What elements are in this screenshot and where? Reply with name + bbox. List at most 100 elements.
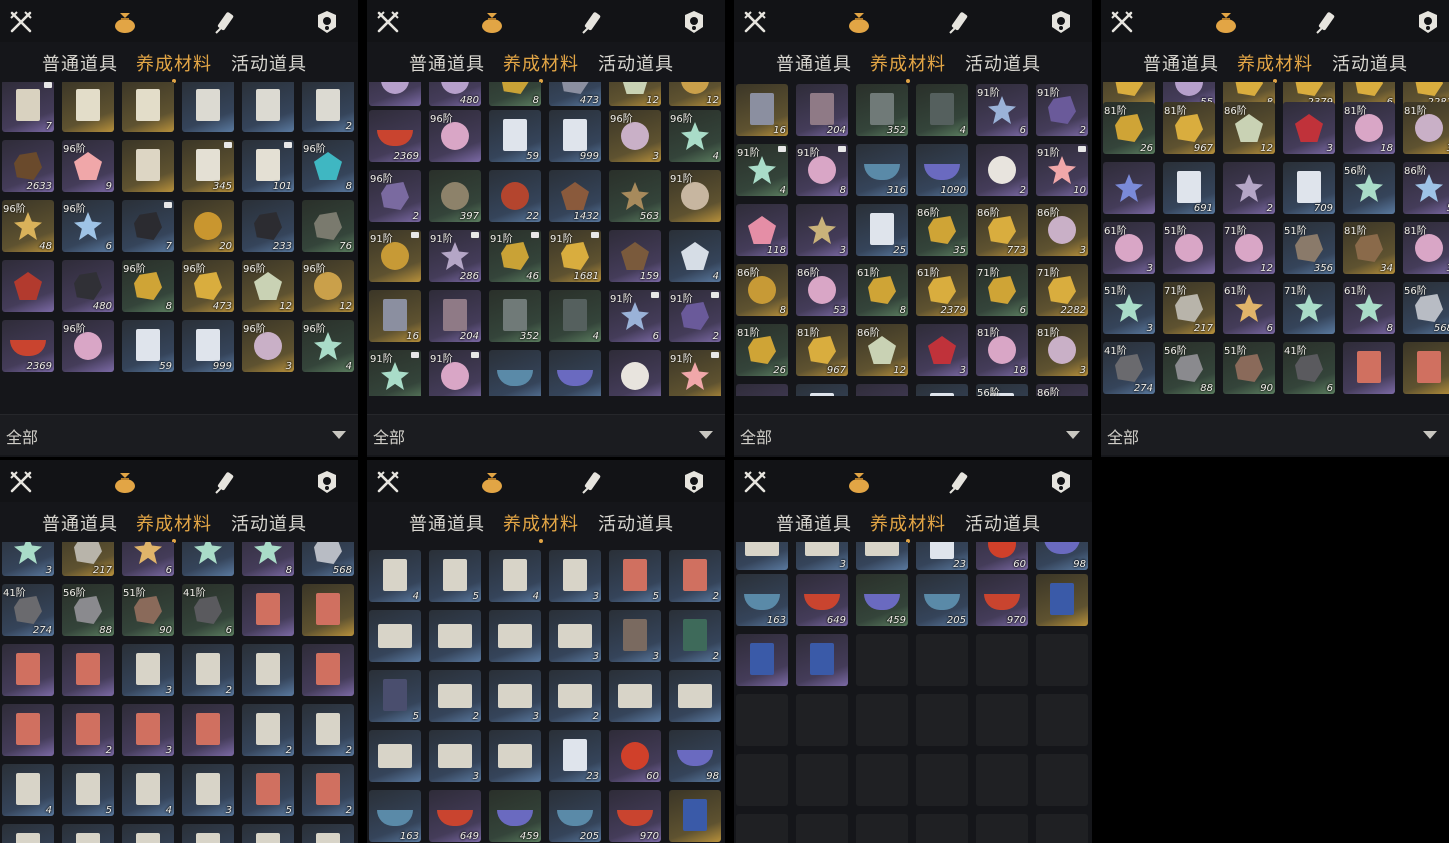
item-slot[interactable]: 999 [182, 320, 234, 372]
item-slot[interactable]: 81阶 967 [1163, 102, 1215, 154]
filter-dropdown[interactable]: 全部 [367, 414, 725, 455]
item-slot[interactable]: 96阶 12 [302, 260, 354, 312]
item-slot[interactable]: 2 [669, 610, 721, 662]
item-slot[interactable]: 59 [489, 110, 541, 162]
item-slot[interactable] [182, 824, 234, 843]
item-slot[interactable]: 96阶 3 [609, 110, 661, 162]
item-slot[interactable]: 81阶3 [1403, 102, 1449, 154]
item-slot[interactable] [2, 260, 54, 312]
tab-2[interactable]: 养成材料 [503, 510, 579, 543]
item-slot[interactable]: 217 [62, 542, 114, 576]
item-slot[interactable]: 56阶 88 [1163, 342, 1215, 394]
item-slot[interactable]: 71阶 217 [1163, 282, 1215, 334]
item-slot[interactable]: 71阶 [1283, 282, 1335, 334]
item-slot[interactable]: 163 [736, 574, 788, 626]
scroll-brush-icon[interactable] [946, 9, 972, 35]
tab-1[interactable]: 普通道具 [776, 510, 852, 536]
item-slot[interactable]: 473 [549, 82, 601, 106]
tab-3[interactable]: 活动道具 [965, 510, 1041, 536]
item-slot[interactable]: 316 [856, 144, 908, 196]
item-slot[interactable] [549, 350, 601, 396]
item-slot[interactable] [242, 82, 294, 132]
item-slot[interactable]: 61阶 8 [856, 264, 908, 316]
item-slot[interactable] [62, 82, 114, 132]
item-slot[interactable] [1036, 574, 1088, 626]
item-slot[interactable]: 91阶 [669, 170, 721, 222]
item-slot[interactable]: 96阶 8 [302, 140, 354, 192]
crossed-swords-icon[interactable] [742, 9, 768, 35]
item-slot[interactable] [916, 384, 968, 396]
item-slot[interactable]: 91阶 46 [489, 230, 541, 282]
item-slot[interactable]: 91阶 2 [669, 290, 721, 342]
item-slot[interactable]: 3 [1283, 102, 1335, 154]
money-pouch-icon[interactable] [112, 469, 138, 495]
item-slot[interactable]: 999 [549, 110, 601, 162]
crossed-swords-icon[interactable] [375, 469, 401, 495]
item-slot[interactable] [182, 82, 234, 132]
item-slot[interactable]: 3 [916, 324, 968, 376]
item-slot[interactable]: 96阶 8 [122, 260, 174, 312]
item-slot[interactable]: 3 [796, 542, 848, 570]
item-slot[interactable]: 1090 [916, 144, 968, 196]
item-slot[interactable] [122, 140, 174, 192]
item-slot[interactable]: 91阶 6 [976, 84, 1028, 136]
item-slot[interactable]: 8 [242, 542, 294, 576]
crossed-swords-icon[interactable] [742, 469, 768, 495]
item-slot[interactable]: 3 [2, 542, 54, 576]
scroll-brush-icon[interactable] [579, 9, 605, 35]
item-slot[interactable]: 61阶 8 [1343, 282, 1395, 334]
settings-icon[interactable] [314, 469, 340, 495]
item-slot[interactable]: 2 [302, 704, 354, 756]
item-slot[interactable]: 3 [182, 764, 234, 816]
item-slot[interactable] [609, 350, 661, 396]
item-slot[interactable]: 96阶 [62, 320, 114, 372]
item-slot[interactable]: 86阶 12 [856, 324, 908, 376]
item-slot[interactable] [1403, 342, 1449, 394]
item-slot[interactable]: 3 [122, 704, 174, 756]
item-slot[interactable] [182, 704, 234, 756]
item-slot[interactable]: 81阶 18 [976, 324, 1028, 376]
item-slot[interactable] [736, 634, 788, 686]
item-slot[interactable] [182, 542, 234, 576]
settings-icon[interactable] [1048, 9, 1074, 35]
item-slot[interactable]: 86阶5 [1403, 162, 1449, 214]
item-slot[interactable]: 56阶 568 [1403, 282, 1449, 334]
item-slot[interactable]: 3 [549, 550, 601, 602]
tab-3[interactable]: 活动道具 [598, 510, 674, 536]
crossed-swords-icon[interactable] [8, 469, 34, 495]
item-slot[interactable]: 4 [2, 764, 54, 816]
item-slot[interactable]: 81阶 26 [736, 324, 788, 376]
item-slot[interactable]: 970 [609, 790, 661, 842]
settings-icon[interactable] [681, 9, 707, 35]
item-slot[interactable]: 4 [916, 84, 968, 136]
item-slot[interactable] [62, 824, 114, 843]
item-slot[interactable]: 649 [429, 790, 481, 842]
item-slot[interactable] [609, 670, 661, 722]
item-slot[interactable]: 205 [916, 574, 968, 626]
item-slot[interactable]: 691 [1163, 162, 1215, 214]
tab-2[interactable]: 养成材料 [870, 50, 946, 83]
item-slot[interactable]: 970 [976, 574, 1028, 626]
item-slot[interactable]: 51阶 [1163, 222, 1215, 274]
tab-1[interactable]: 普通道具 [776, 50, 852, 76]
item-slot[interactable]: 205 [549, 790, 601, 842]
item-slot[interactable]: 12 [669, 82, 721, 106]
item-slot[interactable] [489, 610, 541, 662]
item-slot[interactable]: 20 [182, 200, 234, 252]
scroll-brush-icon[interactable] [579, 469, 605, 495]
item-slot[interactable]: 563 [609, 170, 661, 222]
item-slot[interactable]: 459 [856, 574, 908, 626]
item-slot[interactable]: 91阶 [429, 350, 481, 396]
item-slot[interactable]: 41阶 6 [1283, 342, 1335, 394]
money-pouch-icon[interactable] [846, 9, 872, 35]
scroll-brush-icon[interactable] [946, 469, 972, 495]
item-slot[interactable]: 81阶 26 [1103, 102, 1155, 154]
item-slot[interactable]: 649 [796, 574, 848, 626]
item-slot[interactable]: 96阶 [429, 110, 481, 162]
item-slot[interactable] [736, 542, 788, 570]
item-slot[interactable]: 81阶 967 [796, 324, 848, 376]
item-slot[interactable]: 352 [489, 290, 541, 342]
item-slot[interactable]: 98 [1036, 542, 1088, 570]
item-slot[interactable]: 96阶 9 [62, 140, 114, 192]
scroll-brush-icon[interactable] [212, 469, 238, 495]
